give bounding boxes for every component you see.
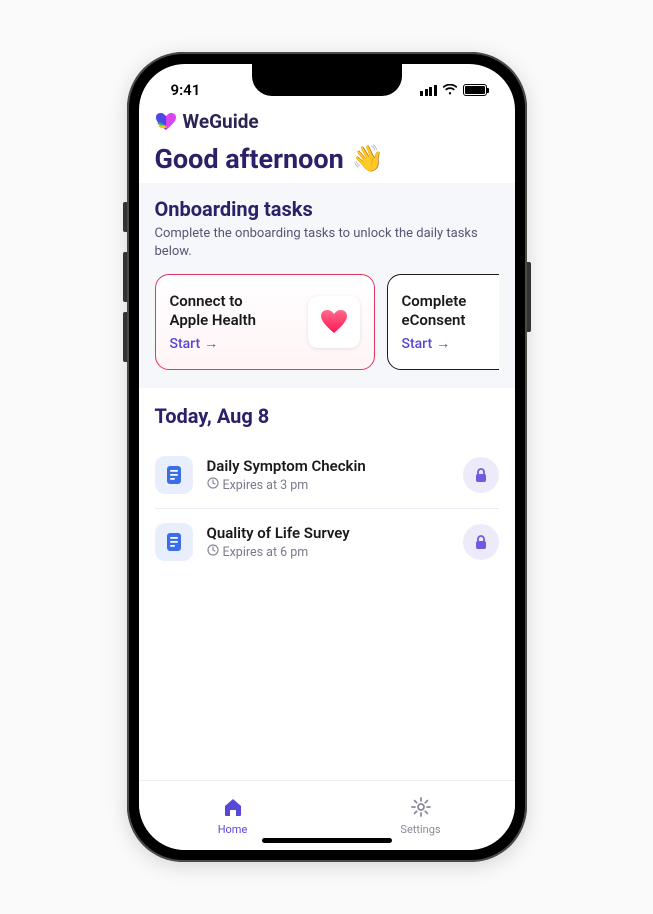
task-row-quality-survey[interactable]: Quality of Life Survey Expires at 6 pm [155,508,499,575]
phone-side-button [527,262,531,332]
greeting-text: Good afternoon [155,143,344,175]
lock-icon [463,457,499,493]
phone-side-button [123,252,127,302]
task-expiry: Expires at 3 pm [207,477,449,493]
home-icon [222,796,244,821]
gear-icon [410,796,432,821]
main-content: WeGuide Good afternoon 👋 Onboarding task… [139,108,515,780]
task-row-symptom-checkin[interactable]: Daily Symptom Checkin Expires at 3 pm [155,442,499,508]
notch [252,64,402,96]
onboarding-section: Onboarding tasks Complete the onboarding… [139,183,515,388]
card-start-link[interactable]: Start → [170,335,256,352]
tab-label: Settings [400,823,440,836]
task-title: Daily Symptom Checkin [207,457,449,475]
onboarding-card-econsent[interactable]: Complete eConsent Start → [387,274,499,370]
card-title-line2: eConsent [402,311,467,330]
app-header: WeGuide Good afternoon 👋 [139,108,515,183]
battery-icon [463,84,487,96]
card-title-line2: Apple Health [170,311,256,330]
card-title-line1: Complete [402,292,467,311]
brand-name: WeGuide [183,110,259,133]
home-indicator[interactable] [262,838,392,843]
brand: WeGuide [155,110,499,133]
arrow-right-icon: → [204,335,218,352]
status-indicators [420,84,487,96]
phone-side-button [123,312,127,362]
onboarding-description: Complete the onboarding tasks to unlock … [155,225,499,260]
signal-icon [420,85,437,96]
document-icon [155,523,193,561]
wifi-icon [442,84,458,96]
today-title: Today, Aug 8 [155,404,499,428]
heart-icon [308,296,360,348]
task-title: Quality of Life Survey [207,524,449,542]
onboarding-cards[interactable]: Connect to Apple Health Start → [155,274,499,370]
screen: 9:41 [139,64,515,850]
onboarding-title: Onboarding tasks [155,197,499,221]
card-title-line1: Connect to [170,292,256,311]
phone-frame: 9:41 [127,52,527,862]
arrow-right-icon: → [436,335,450,352]
today-section: Today, Aug 8 Daily Symptom Checkin Expir… [139,388,515,575]
wave-icon: 👋 [352,144,384,174]
lock-icon [463,524,499,560]
clock-icon [207,477,219,493]
card-start-link[interactable]: Start → [402,335,467,352]
phone-side-button [123,202,127,232]
status-time: 9:41 [171,81,201,99]
brand-logo-icon [155,112,177,132]
greeting: Good afternoon 👋 [155,143,499,175]
onboarding-card-apple-health[interactable]: Connect to Apple Health Start → [155,274,375,370]
clock-icon [207,544,219,560]
task-expiry: Expires at 6 pm [207,544,449,560]
document-icon [155,456,193,494]
tab-label: Home [218,823,248,836]
